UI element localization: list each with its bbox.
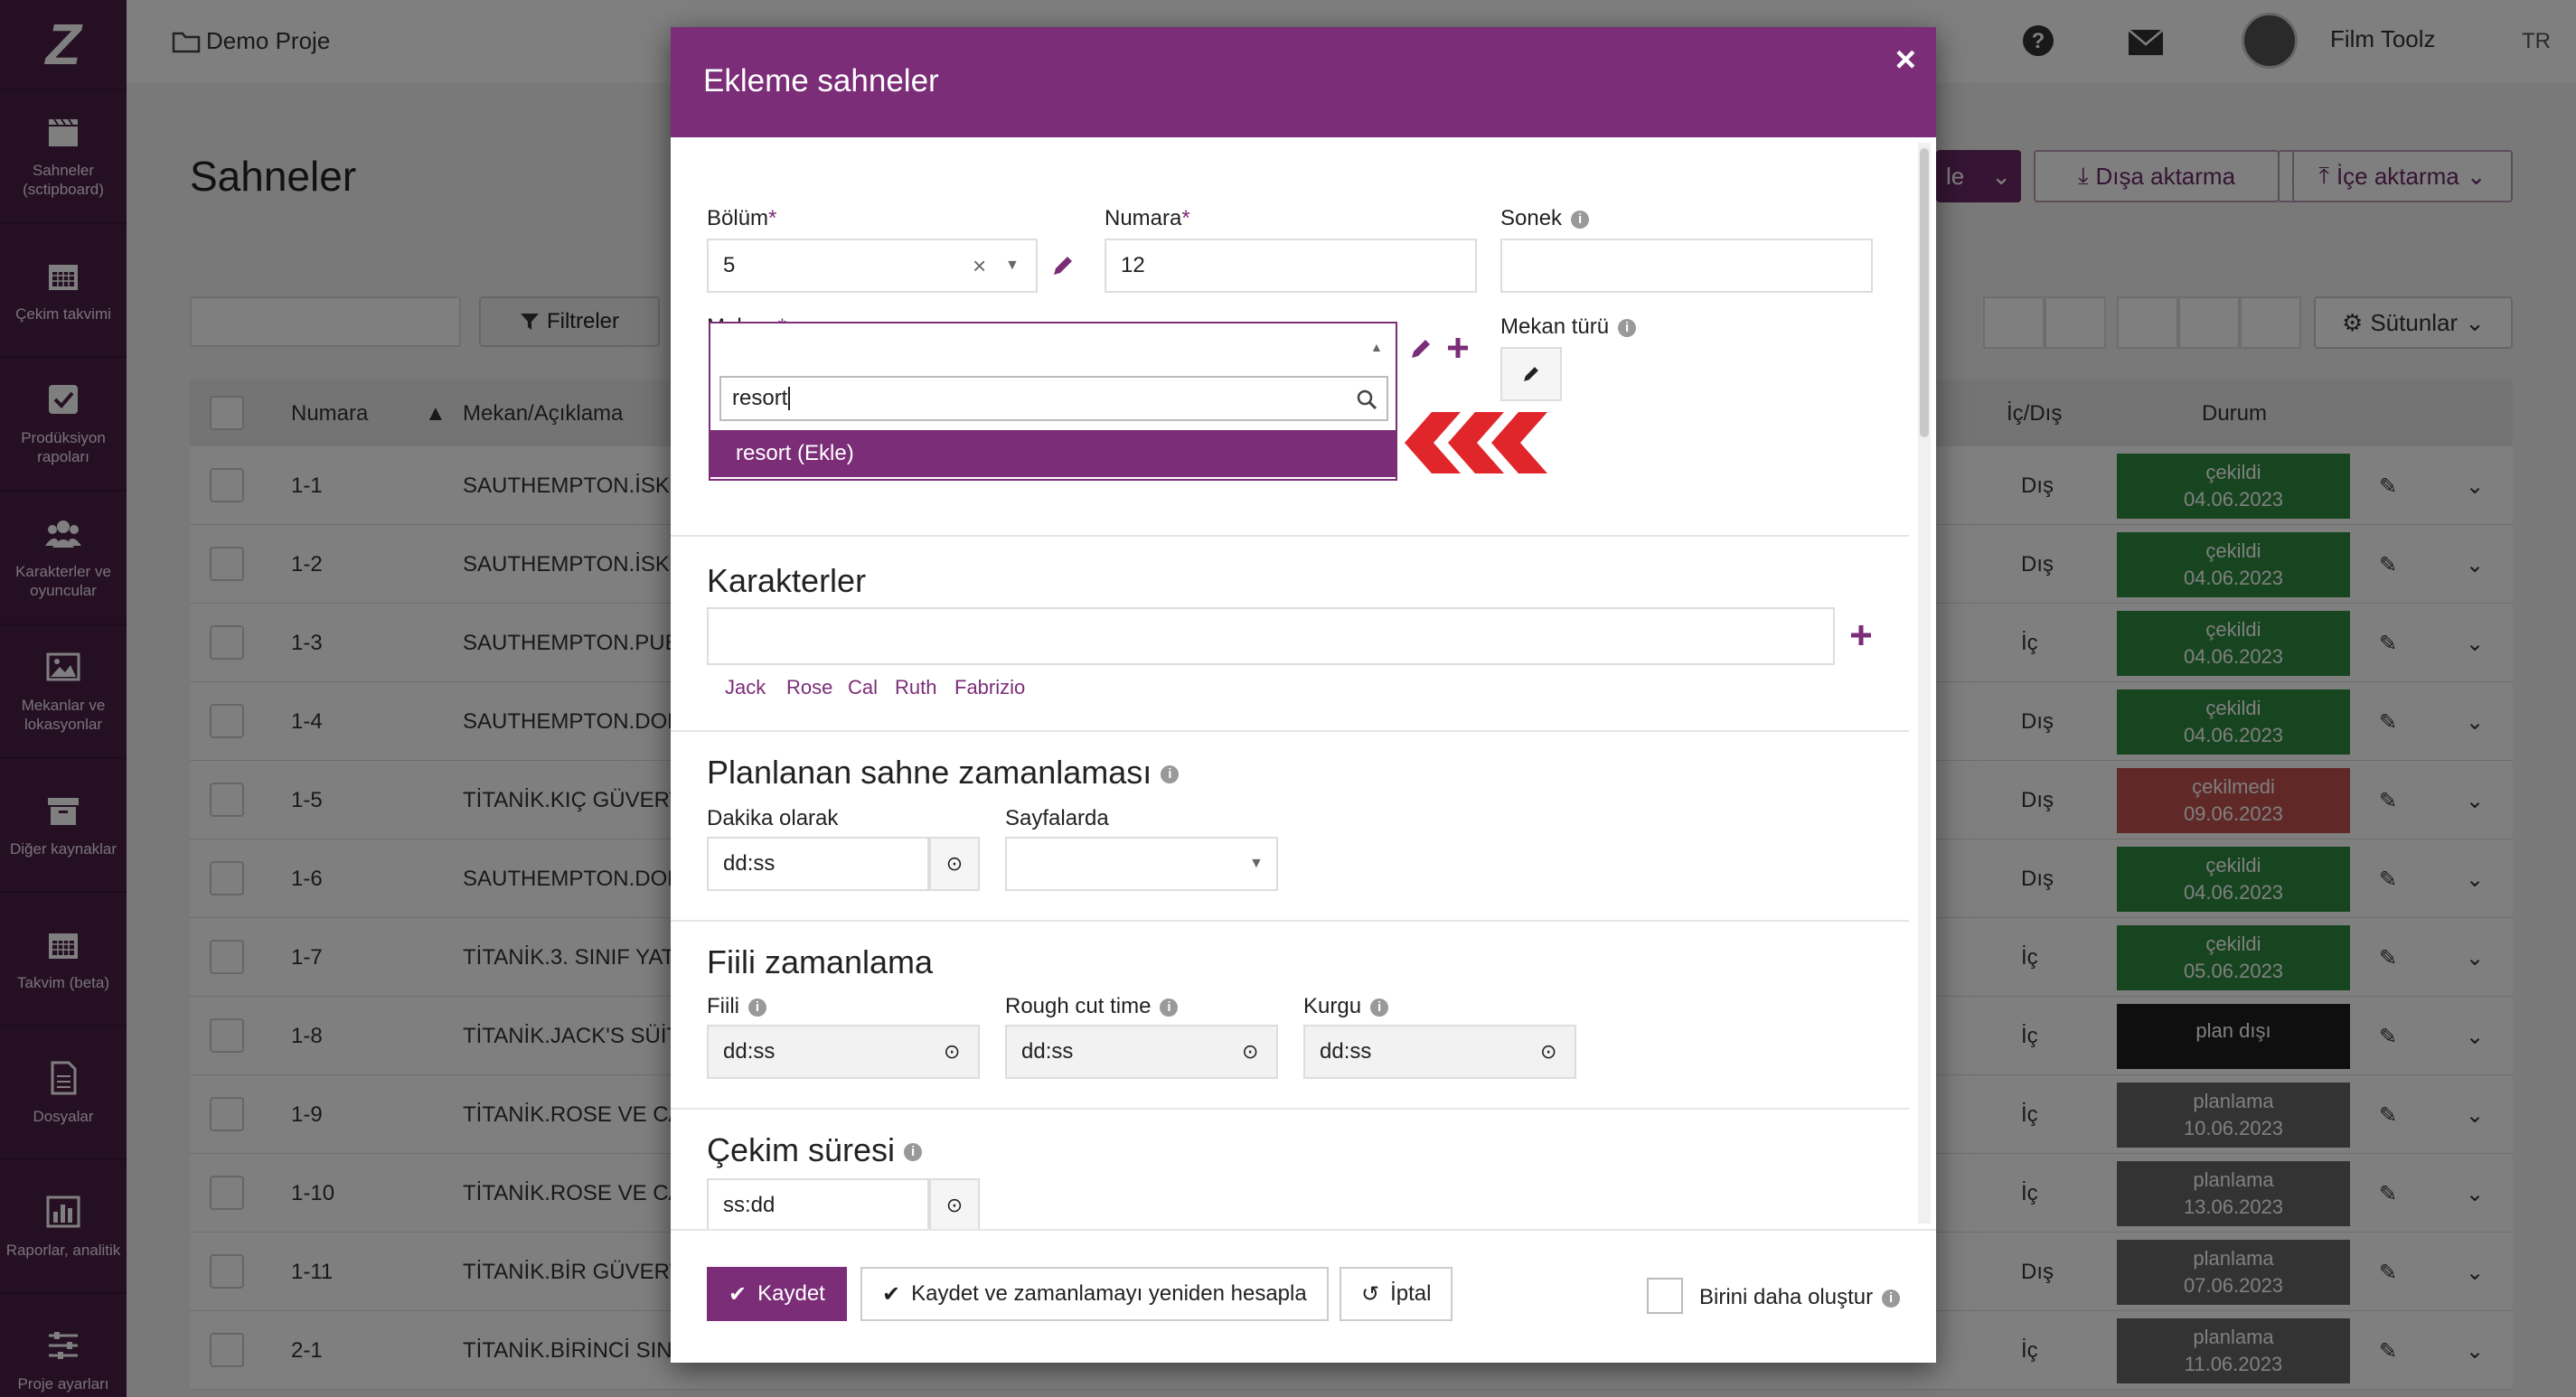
info-icon: i [1571,210,1590,229]
pages-label: Sayfalarda [1005,806,1109,830]
info-icon: i [1618,318,1637,337]
save-button[interactable]: ✔ Kaydet [707,1267,847,1321]
cancel-label: İptal [1390,1281,1432,1306]
actual-timing-title: Fiili zamanlama [707,943,934,980]
create-another-checkbox[interactable] [1647,1278,1683,1314]
mekan-turu-label: Mekan türü i [1500,314,1637,340]
minutes-value: dd:ss [723,851,776,876]
modal-footer: ✔ Kaydet ✔ Kaydet ve zamanlamayı yeniden h… [671,1229,1936,1363]
divider [671,535,1909,537]
characters-input[interactable] [707,607,1835,665]
info-icon: i [1370,998,1389,1017]
mekan-search-input[interactable]: resort [719,376,1388,421]
fiili-input[interactable]: dd:ss ⊙ [707,1025,980,1079]
character-chip[interactable]: Rose [786,676,832,699]
mekan-turu-edit-button[interactable] [1500,347,1562,401]
modal-body: Bölüm* 5 × ▼ Numara* 12 Soneki Mekan * M… [671,137,1909,1229]
caret-down-icon[interactable]: ▼ [1005,258,1020,274]
shoot-duration-value: ss:dd [723,1193,776,1217]
save-recalc-button[interactable]: ✔ Kaydet ve zamanlamayı yeniden hesapla [860,1267,1329,1321]
sonek-input[interactable] [1500,239,1873,293]
minutes-label: Dakika olarak [707,806,839,830]
kurgu-label: Kurgu i [1303,994,1389,1019]
caret-up-icon: ▲ [1370,340,1383,354]
character-chip[interactable]: Jack [725,676,766,699]
character-chip[interactable]: Ruth [895,676,936,699]
info-icon: i [1160,998,1179,1017]
rough-cut-input[interactable]: dd:ss ⊙ [1005,1025,1278,1079]
bolum-label: Bölüm* [707,206,777,230]
clear-icon[interactable]: × [973,252,986,280]
shoot-duration-input[interactable]: ss:dd [707,1178,929,1229]
kurgu-value: dd:ss [1320,1039,1372,1064]
clock-icon[interactable]: ⊙ [929,837,980,891]
characters-title: Karakterler [707,562,867,599]
mekan-dropdown: resort resort (Ekle) [709,376,1397,481]
divider [671,1108,1909,1110]
modal-title: Ekleme sahneler [703,63,939,98]
bolum-value: 5 [723,253,736,277]
rough-cut-value: dd:ss [1021,1039,1074,1064]
create-another-label: Birini daha oluştur i [1699,1285,1901,1310]
mekan-search-value: resort [732,386,788,410]
info-icon: i [748,998,766,1017]
plus-icon[interactable] [1446,336,1470,360]
kurgu-input[interactable]: dd:ss ⊙ [1303,1025,1576,1079]
scrollbar-thumb[interactable] [1920,148,1929,437]
fiili-value: dd:ss [723,1039,776,1064]
info-icon: i [904,1143,923,1162]
pencil-icon [1524,367,1538,381]
clock-icon[interactable]: ⊙ [944,1040,960,1064]
divider [671,920,1909,922]
clock-icon[interactable]: ⊙ [1540,1040,1556,1064]
rough-cut-label: Rough cut time i [1005,994,1179,1019]
info-icon: i [1161,765,1180,784]
cancel-button[interactable]: ↺ İptal [1340,1267,1453,1321]
plus-icon[interactable] [1849,623,1873,647]
search-icon [1357,389,1377,410]
bolum-select[interactable]: 5 × ▼ [707,239,1038,293]
divider [671,730,1909,732]
modal-header: Ekleme sahneler × [671,27,1936,137]
fiili-label: Fiili i [707,994,766,1019]
character-chip[interactable]: Cal [848,676,878,699]
numara-label: Numara* [1105,206,1190,230]
pages-select[interactable]: ▼ [1005,837,1278,891]
numara-value: 12 [1121,253,1145,277]
close-icon[interactable]: × [1895,40,1916,80]
pencil-icon[interactable] [1408,336,1434,361]
character-chip[interactable]: Fabrizio [954,676,1025,699]
undo-icon: ↺ [1361,1281,1380,1307]
info-icon: i [1882,1289,1901,1308]
mekan-option-add[interactable]: resort (Ekle) [710,430,1396,477]
save-label: Kaydet [757,1281,825,1306]
caret-down-icon: ▼ [1249,856,1264,871]
pencil-icon[interactable] [1050,253,1076,278]
shoot-duration-title: Çekim süresi i [707,1131,923,1169]
planned-timing-title: Planlanan sahne zamanlaması i [707,754,1180,792]
sonek-label: Sonek i [1500,206,1590,231]
minutes-input[interactable]: dd:ss [707,837,929,891]
clock-icon[interactable]: ⊙ [1242,1040,1258,1064]
add-scene-modal: Ekleme sahneler × Bölüm* 5 × ▼ Numara* 1… [671,27,1936,1363]
check-icon: ✔ [882,1281,901,1307]
pointer-arrow-icon [1405,412,1547,473]
save-recalc-label: Kaydet ve zamanlamayı yeniden hesapla [911,1281,1307,1306]
modal-scrollbar[interactable] [1918,143,1931,1224]
mekan-select[interactable]: ▲ [709,322,1397,378]
clock-icon[interactable]: ⊙ [929,1178,980,1229]
check-icon: ✔ [729,1281,747,1307]
numara-input[interactable]: 12 [1105,239,1477,293]
